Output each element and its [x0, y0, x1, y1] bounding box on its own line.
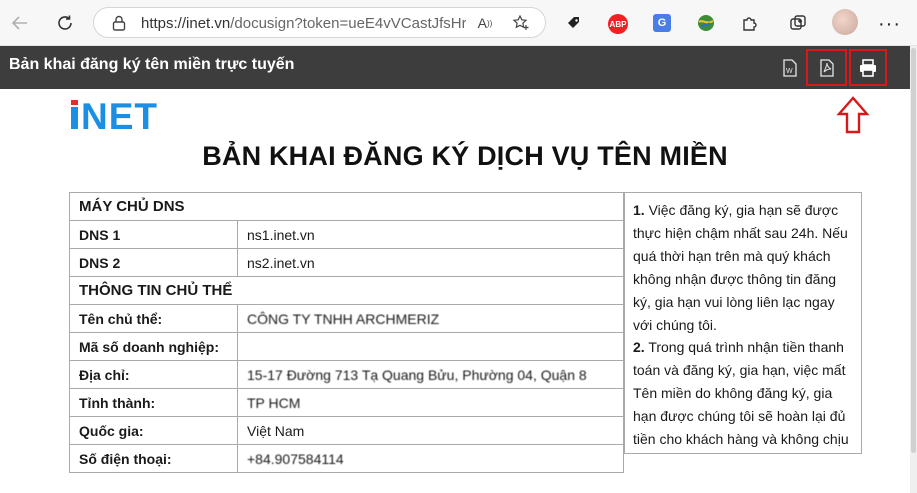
globe-extension-icon[interactable] — [694, 11, 718, 35]
favorite-star-icon[interactable] — [510, 13, 532, 33]
note-2-number: 2. — [633, 339, 645, 356]
country-value: Việt Nam — [237, 416, 624, 445]
dns1-value: ns1.inet.vn — [237, 220, 624, 249]
adblock-icon[interactable]: ABP — [606, 11, 630, 35]
page-title: Bản khai đăng ký tên miền trực tuyến — [9, 56, 295, 73]
tax-id-value — [237, 332, 624, 361]
pdf-export-icon[interactable] — [817, 58, 837, 78]
owner-name-label: Tên chủ thể: — [69, 304, 238, 333]
scrollbar-thumb[interactable] — [911, 48, 916, 453]
phone-value: +84.907584114 — [237, 444, 624, 473]
app-header: Bản khai đăng ký tên miền trực tuyến W — [0, 46, 910, 89]
registration-table: MÁY CHỦ DNS DNS 1 ns1.inet.vn DNS 2 ns2.… — [69, 192, 624, 473]
table-row: DNS 1 ns1.inet.vn — [69, 220, 624, 249]
table-row: Tỉnh thành: TP HCM — [69, 388, 624, 417]
profile-avatar[interactable] — [832, 9, 858, 35]
section-header-owner: THÔNG TIN CHỦ THỂ — [69, 276, 624, 305]
section-header-dns: MÁY CHỦ DNS — [69, 192, 624, 221]
arrow-up-indicator-icon — [836, 96, 870, 134]
table-row: Quốc gia: Việt Nam — [69, 416, 624, 445]
refresh-icon[interactable] — [51, 9, 79, 37]
translate-icon[interactable]: G — [650, 11, 674, 35]
address-value: 15-17 Đường 713 Tạ Quang Bửu, Phường 04,… — [237, 360, 624, 389]
lock-icon[interactable] — [111, 14, 127, 32]
svg-text:W: W — [786, 68, 793, 75]
word-export-icon[interactable]: W — [780, 58, 800, 78]
note-2-text: Trong quá trình nhận tiền thanh toán và … — [633, 339, 849, 448]
province-value: TP HCM — [237, 388, 624, 417]
table-row: Địa chỉ: 15-17 Đường 713 Tạ Quang Bửu, P… — [69, 360, 624, 389]
back-arrow-icon[interactable] — [6, 9, 34, 37]
dns2-label: DNS 2 — [69, 248, 238, 277]
phone-label: Số điện thoại: — [69, 444, 238, 473]
browser-toolbar: https://inet.vn/docusign?token=ueE4vVCas… — [0, 0, 917, 46]
note-1-text: Việc đăng ký, gia hạn sẽ được thực hiện … — [633, 202, 848, 333]
dns2-value: ns2.inet.vn — [237, 248, 624, 277]
document-title: BẢN KHAI ĐĂNG KÝ DỊCH VỤ TÊN MIỀN — [202, 141, 728, 171]
tax-id-label: Mã số doanh nghiệp: — [69, 332, 238, 361]
country-label: Quốc gia: — [69, 416, 238, 445]
dns1-label: DNS 1 — [69, 220, 238, 249]
table-row: Mã số doanh nghiệp: — [69, 332, 624, 361]
table-row: Tên chủ thể: CÔNG TY TNHH ARCHMERIZ — [69, 304, 624, 333]
address-label: Địa chỉ: — [69, 360, 238, 389]
print-icon[interactable] — [858, 58, 878, 78]
extensions-puzzle-icon[interactable] — [738, 11, 762, 35]
table-row: Số điện thoại: +84.907584114 — [69, 444, 624, 473]
url-text[interactable]: https://inet.vn/docusign?token=ueE4vVCas… — [141, 15, 466, 32]
province-label: Tỉnh thành: — [69, 388, 238, 417]
more-menu-icon[interactable]: ··· — [878, 13, 901, 36]
address-bar[interactable]: https://inet.vn/docusign?token=ueE4vVCas… — [93, 7, 546, 38]
inet-logo: NET — [71, 97, 158, 133]
notes-panel: 1. Việc đăng ký, gia hạn sẽ được thực hi… — [624, 192, 862, 454]
extension-tag-icon[interactable] — [562, 11, 586, 35]
owner-name-value: CÔNG TY TNHH ARCHMERIZ — [237, 304, 624, 333]
collections-icon[interactable] — [786, 11, 810, 35]
svg-text:NET: NET — [81, 97, 158, 133]
note-1-number: 1. — [633, 202, 645, 218]
read-aloud-icon[interactable]: A)) — [474, 13, 496, 33]
table-row: DNS 2 ns2.inet.vn — [69, 248, 624, 277]
